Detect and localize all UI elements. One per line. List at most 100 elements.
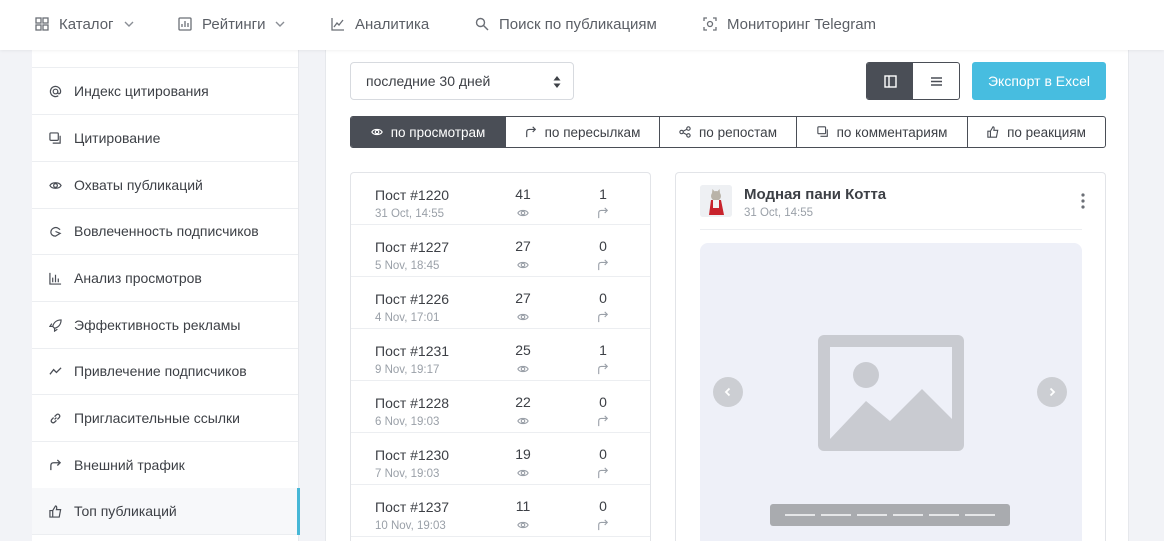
main-panel: последние 30 дней Экспорт в Excel по про… bbox=[325, 50, 1129, 541]
carousel-dot[interactable] bbox=[857, 514, 887, 516]
tab-label: по репостам bbox=[699, 124, 777, 140]
nav-search[interactable]: Поиск по публикациям bbox=[475, 14, 657, 34]
forwards-count: 1 bbox=[599, 186, 607, 202]
avatar[interactable] bbox=[700, 185, 732, 217]
eye-icon bbox=[517, 417, 529, 425]
carousel-prev-button[interactable] bbox=[713, 377, 743, 407]
carousel-dot[interactable] bbox=[965, 514, 995, 516]
post-preview-card: Модная пани Котта 31 Oct, 14:55 bbox=[675, 172, 1106, 541]
post-title: Пост #1227 bbox=[375, 239, 450, 255]
post-date: 31 Oct, 14:55 bbox=[744, 207, 814, 219]
trend-icon bbox=[48, 364, 62, 378]
carousel-next-button[interactable] bbox=[1037, 377, 1067, 407]
table-row[interactable]: Пост #1228 6 Nov, 19:03 22 0 bbox=[351, 381, 650, 433]
nav-monitoring[interactable]: Мониторинг Telegram bbox=[703, 14, 876, 34]
top-navigation: Каталог Рейтинги Аналитика Поиск по публ… bbox=[0, 0, 1164, 50]
carousel-dot[interactable] bbox=[929, 514, 959, 516]
tab-by-reactions[interactable]: по реакциям bbox=[967, 117, 1105, 147]
forward-icon bbox=[525, 126, 536, 138]
sidebar-item-reach[interactable]: Охваты публикаций bbox=[32, 162, 298, 209]
sidebar-item-subscribers-growth[interactable]: Привлечение подписчиков bbox=[32, 348, 298, 395]
table-row[interactable]: Пост #1226 4 Nov, 17:01 27 0 bbox=[351, 277, 650, 329]
forward-icon bbox=[598, 519, 609, 531]
post-title: Пост #1220 bbox=[375, 187, 450, 203]
table-row[interactable]: Пост #1230 7 Nov, 19:03 19 0 bbox=[351, 433, 650, 485]
views-count: 22 bbox=[515, 394, 531, 410]
chevron-down-icon bbox=[124, 21, 134, 27]
sort-arrows-icon bbox=[553, 76, 561, 88]
card-view-button[interactable] bbox=[867, 63, 913, 99]
sidebar-item-ad-efficiency[interactable]: Эффективность рекламы bbox=[32, 302, 298, 349]
table-row[interactable]: Пост #1231 9 Nov, 19:17 25 1 bbox=[351, 329, 650, 381]
tab-by-comments[interactable]: по комментариям bbox=[796, 117, 967, 147]
period-select[interactable]: последние 30 дней bbox=[350, 62, 574, 100]
period-select-value: последние 30 дней bbox=[366, 73, 491, 89]
thumbs-up-icon bbox=[987, 126, 999, 138]
export-excel-button[interactable]: Экспорт в Excel bbox=[972, 62, 1106, 100]
post-date: 9 Nov, 19:17 bbox=[375, 364, 440, 376]
nav-monitoring-label: Мониторинг Telegram bbox=[727, 15, 877, 33]
sidebar-item-engagement[interactable]: Вовлеченность подписчиков bbox=[32, 208, 298, 255]
nav-search-label: Поиск по публикациям bbox=[499, 15, 657, 33]
eye-icon bbox=[517, 209, 529, 217]
forwards-count: 0 bbox=[599, 498, 607, 514]
chevron-left-icon bbox=[724, 387, 731, 397]
eye-icon bbox=[517, 365, 529, 373]
post-title: Пост #1230 bbox=[375, 447, 450, 463]
nav-analytics[interactable]: Аналитика bbox=[331, 14, 429, 34]
sidebar-item-citations[interactable]: Цитирование bbox=[32, 115, 298, 162]
eye-icon bbox=[517, 469, 529, 477]
post-date: 5 Nov, 18:45 bbox=[375, 260, 440, 272]
engagement-icon bbox=[48, 224, 62, 238]
list-view-button[interactable] bbox=[913, 63, 959, 99]
sidebar-item-views-analysis[interactable]: Анализ просмотров bbox=[32, 255, 298, 302]
table-row[interactable]: Пост #1227 5 Nov, 18:45 27 0 bbox=[351, 225, 650, 277]
sidebar-item-citation-index[interactable]: Индекс цитирования bbox=[32, 68, 298, 115]
divider bbox=[700, 229, 1082, 230]
eye-icon bbox=[370, 128, 383, 136]
sidebar-item-label: Топ публикаций bbox=[74, 503, 177, 519]
post-title: Пост #1231 bbox=[375, 343, 450, 359]
sidebar-item-top-posts[interactable]: Топ публикаций bbox=[32, 488, 300, 535]
tab-label: по реакциям bbox=[1007, 124, 1086, 140]
eye-icon bbox=[517, 521, 529, 529]
list-icon bbox=[930, 76, 942, 86]
channel-name[interactable]: Модная пани Котта bbox=[744, 186, 886, 203]
sidebar-item-external-traffic[interactable]: Внешний трафик bbox=[32, 442, 298, 489]
carousel-dot[interactable] bbox=[785, 514, 815, 516]
sidebar-item-label: Охваты публикаций bbox=[74, 177, 203, 193]
forwards-count: 1 bbox=[599, 342, 607, 358]
sidebar: Индекс цитирования Цитирование Охваты пу… bbox=[32, 50, 300, 541]
rocket-icon bbox=[48, 318, 62, 332]
views-count: 11 bbox=[515, 498, 531, 514]
sidebar-item-invite-links[interactable]: Пригласительные ссылки bbox=[32, 395, 298, 442]
image-placeholder-icon bbox=[818, 335, 964, 451]
sidebar-item-label: Пригласительные ссылки bbox=[74, 410, 240, 426]
tab-label: по пересылкам bbox=[544, 124, 641, 140]
forward-icon bbox=[598, 207, 609, 219]
post-title: Пост #1226 bbox=[375, 291, 450, 307]
columns-icon bbox=[883, 74, 897, 88]
sidebar-item-label: Привлечение подписчиков bbox=[74, 363, 247, 379]
rating-icon bbox=[178, 17, 192, 31]
carousel-dot[interactable] bbox=[821, 514, 851, 516]
nav-ratings-label: Рейтинги bbox=[202, 15, 266, 33]
views-count: 27 bbox=[515, 238, 531, 254]
post-date: 31 Oct, 14:55 bbox=[375, 208, 445, 220]
tab-label: по просмотрам bbox=[390, 124, 486, 140]
share-arrow-icon bbox=[48, 458, 62, 472]
media-carousel bbox=[700, 243, 1082, 541]
forwards-count: 0 bbox=[599, 446, 607, 462]
sidebar-item-label: Цитирование bbox=[74, 130, 161, 146]
nav-ratings[interactable]: Рейтинги bbox=[178, 14, 285, 34]
tab-label: по комментариям bbox=[836, 124, 948, 140]
table-row[interactable]: Пост #1237 10 Nov, 19:03 11 0 bbox=[351, 485, 650, 537]
tab-by-forwards[interactable]: по пересылкам bbox=[505, 117, 659, 147]
comment-icon bbox=[816, 126, 828, 137]
carousel-dot[interactable] bbox=[893, 514, 923, 516]
nav-catalog[interactable]: Каталог bbox=[35, 14, 134, 34]
tab-by-views[interactable]: по просмотрам bbox=[351, 117, 505, 147]
table-row[interactable]: Пост #1220 31 Oct, 14:55 41 1 bbox=[351, 173, 650, 225]
more-options-icon[interactable] bbox=[1081, 193, 1085, 209]
tab-by-reposts[interactable]: по репостам bbox=[659, 117, 796, 147]
